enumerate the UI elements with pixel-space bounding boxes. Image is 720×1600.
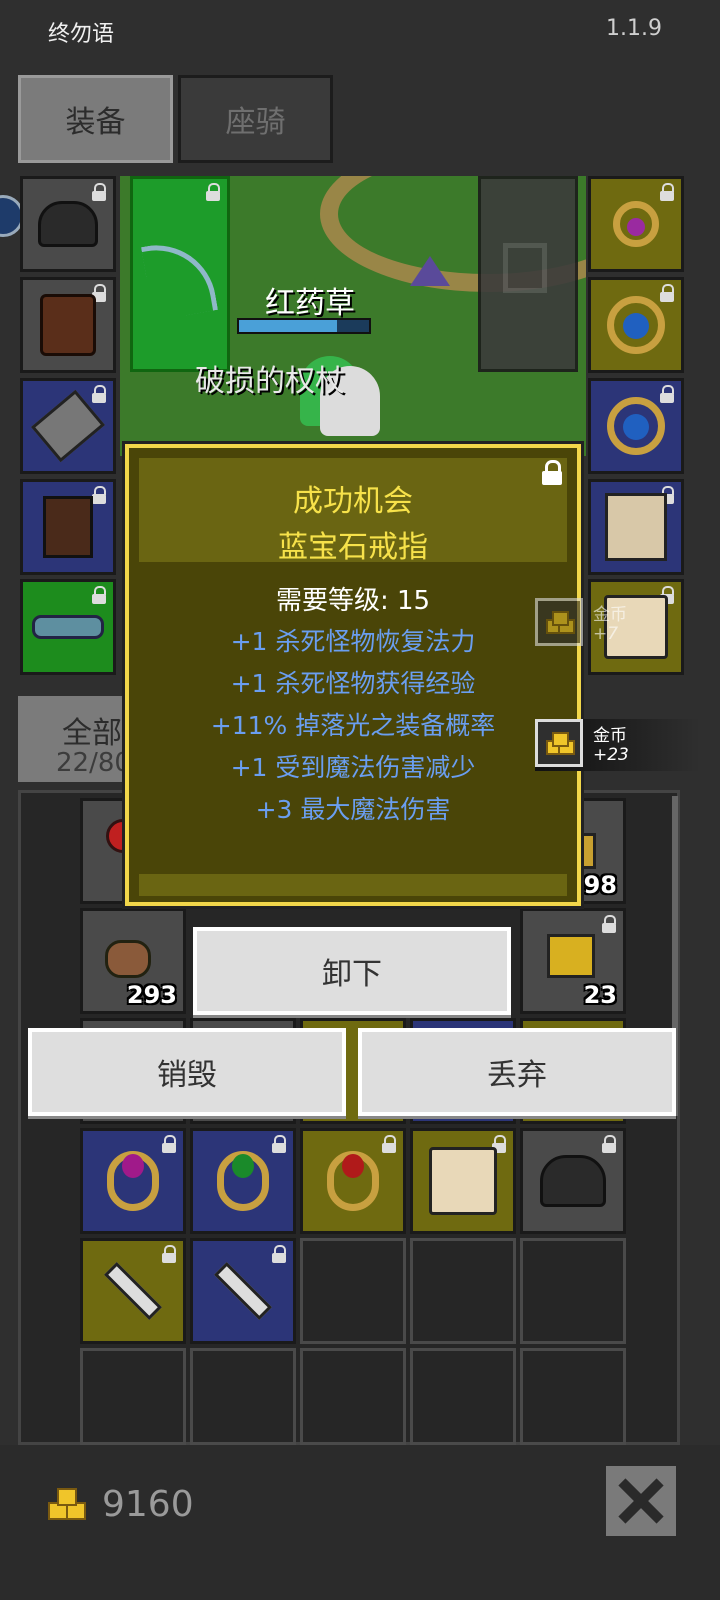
lock-icon xyxy=(161,1135,177,1153)
armor-slot[interactable] xyxy=(20,277,116,373)
cat-icon xyxy=(429,1147,497,1215)
tooltip-requirement: 需要等级: 15 xyxy=(275,586,431,616)
inventory-slot-empty[interactable] xyxy=(190,1348,296,1445)
app-title: 终勿语 xyxy=(48,22,115,47)
lock-icon xyxy=(659,385,675,403)
ring-slot-2[interactable] xyxy=(588,378,684,474)
item-count: 23 xyxy=(583,981,617,1009)
lock-icon xyxy=(601,915,617,933)
inventory-slot[interactable] xyxy=(190,1238,296,1344)
drop-button[interactable]: 丢弃 xyxy=(358,1028,676,1116)
boots-slot[interactable] xyxy=(20,479,116,575)
armor-icon xyxy=(40,294,96,356)
belt-icon xyxy=(32,615,104,639)
charm-slot[interactable] xyxy=(588,479,684,575)
unequip-button[interactable]: 卸下 xyxy=(193,927,511,1015)
lock-icon xyxy=(91,183,107,201)
filter-count: 22/80 xyxy=(56,748,131,778)
lock-icon xyxy=(205,183,221,201)
sapphire-ring-icon xyxy=(607,397,665,455)
helmet-slot[interactable] xyxy=(20,176,116,272)
inventory-slot[interactable]: 23 xyxy=(520,908,626,1014)
app-version: 1.1.9 xyxy=(606,16,662,41)
inventory-slot[interactable] xyxy=(300,1128,406,1234)
item-count: 293 xyxy=(126,981,177,1009)
tooltip-item-name: 蓝宝石戒指 xyxy=(278,530,428,565)
rune-slot[interactable] xyxy=(478,176,578,372)
inventory-slot-empty[interactable] xyxy=(300,1348,406,1445)
gold-coin-icon xyxy=(535,598,583,646)
lock-icon xyxy=(271,1135,287,1153)
gold-coin-icon xyxy=(535,719,583,767)
amulet-slot[interactable] xyxy=(588,176,684,272)
lock-icon xyxy=(91,586,107,604)
lock-icon xyxy=(161,1245,177,1263)
inventory-slot[interactable] xyxy=(410,1128,516,1234)
bone-icon xyxy=(214,1262,272,1320)
pickup-notification: 金币 +23 xyxy=(535,719,700,771)
weapon-label: 破损的权杖 xyxy=(195,364,345,399)
ruby-ring-icon xyxy=(327,1151,379,1211)
weapon-slot[interactable] xyxy=(130,176,230,372)
helmet-icon xyxy=(38,201,98,247)
tooltip-stat: +3 最大魔法伤害 xyxy=(255,795,451,824)
tooltip-stat: +11% 掉落光之装备概率 xyxy=(210,711,496,740)
gloves-slot[interactable] xyxy=(20,378,116,474)
pickup-amount: +7 xyxy=(593,624,619,644)
bone-icon xyxy=(104,1262,162,1320)
emerald-ring-icon xyxy=(217,1151,269,1211)
lock-icon xyxy=(659,284,675,302)
target-name: 红药草 xyxy=(265,286,355,321)
inventory-slot[interactable]: 293 xyxy=(80,908,186,1014)
target-hp-fill xyxy=(239,320,337,332)
meat-icon xyxy=(105,940,151,978)
lock-icon xyxy=(381,1135,397,1153)
tooltip-title: 成功机会 xyxy=(293,484,413,519)
tooltip-stat: +1 杀死怪物恢复法力 xyxy=(230,627,476,656)
pickup-amount: +23 xyxy=(593,745,629,765)
target-hp-bar xyxy=(237,318,371,334)
inventory-slot[interactable] xyxy=(80,1238,186,1344)
lock-icon xyxy=(271,1245,287,1263)
bow-icon xyxy=(140,235,219,322)
inventory-slot[interactable] xyxy=(80,1128,186,1234)
inventory-slot-empty[interactable] xyxy=(520,1238,626,1344)
inventory-slot[interactable] xyxy=(190,1128,296,1234)
status-bar: 终勿语 1.1.9 xyxy=(0,0,720,60)
pickup-notification: 金币 +7 xyxy=(535,598,685,650)
boots-icon xyxy=(43,496,93,558)
inventory-slot-empty[interactable] xyxy=(410,1348,516,1445)
destroy-button[interactable]: 销毁 xyxy=(28,1028,346,1116)
tab-equipment[interactable]: 装备 xyxy=(18,75,173,163)
sapphire-ring-icon xyxy=(607,296,665,354)
helmet-icon xyxy=(540,1155,606,1207)
tab-mount[interactable]: 座骑 xyxy=(178,75,333,163)
inventory-slot-empty[interactable] xyxy=(410,1238,516,1344)
tooltip-footer-band xyxy=(139,874,567,896)
pickup-name: 金币 xyxy=(593,726,627,746)
lock-icon xyxy=(91,486,107,504)
tooltip-stat: +1 受到魔法伤害减少 xyxy=(230,753,476,782)
gold-coin-icon xyxy=(48,1488,88,1522)
lock-icon xyxy=(91,385,107,403)
item-tooltip: 成功机会 蓝宝石戒指 需要等级: 15 +1 杀死怪物恢复法力 +1 杀死怪物获… xyxy=(125,444,581,906)
lock-icon xyxy=(601,1135,617,1153)
amethyst-ring-icon xyxy=(107,1151,159,1211)
gold-total: 9160 xyxy=(102,1484,194,1525)
tooltip-stat: +1 杀死怪物获得经验 xyxy=(230,669,476,698)
close-button[interactable] xyxy=(606,1466,676,1536)
scroll-icon xyxy=(605,493,667,561)
inventory-slot-empty[interactable] xyxy=(300,1238,406,1344)
belt-slot[interactable] xyxy=(20,579,116,675)
inventory-slot-empty[interactable] xyxy=(520,1348,626,1445)
inventory-slot[interactable] xyxy=(520,1128,626,1234)
pickup-name: 金币 xyxy=(593,605,627,625)
ring-slot-1[interactable] xyxy=(588,277,684,373)
lock-icon xyxy=(659,183,675,201)
rune-placeholder-icon xyxy=(503,243,547,293)
filter-label: 全部 xyxy=(62,716,122,751)
amulet-icon xyxy=(613,201,659,247)
inventory-slot-empty[interactable] xyxy=(80,1348,186,1445)
cheese-icon xyxy=(547,934,595,978)
